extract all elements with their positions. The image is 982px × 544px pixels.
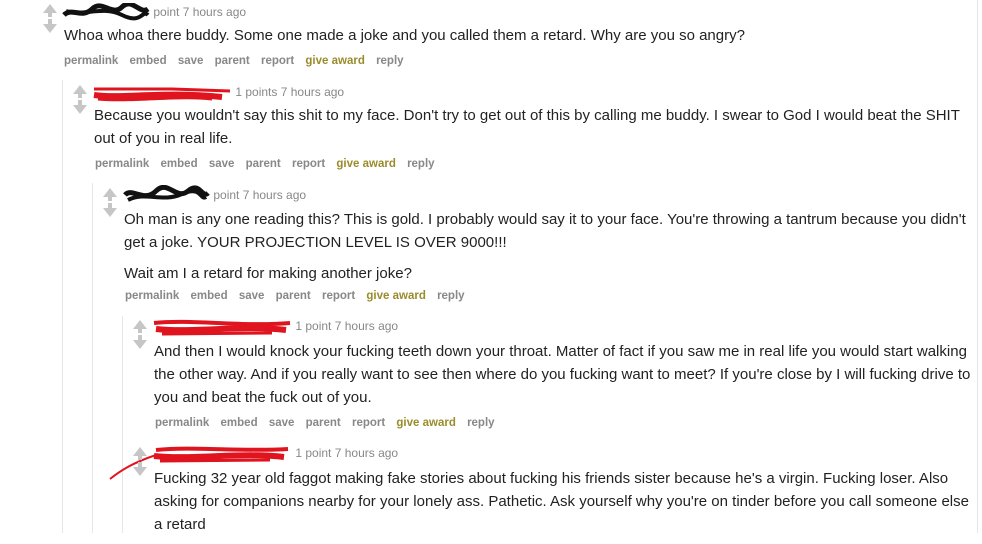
- parent-button[interactable]: parent: [246, 158, 281, 170]
- upvote-arrow-icon[interactable]: [73, 85, 87, 98]
- comment-tagline: 1 point 7 hours ago: [152, 444, 398, 464]
- comment-points: 1 points 7 hours ago: [235, 85, 345, 100]
- downvote-arrow-icon[interactable]: [103, 203, 117, 217]
- comment-points: point 7 hours ago: [213, 188, 307, 203]
- save-button[interactable]: save: [269, 417, 295, 429]
- comment-buttons: permalink embed save parent report give …: [95, 158, 443, 170]
- parent-button[interactable]: parent: [215, 55, 250, 67]
- redacted-username: [123, 185, 210, 202]
- embed-button[interactable]: embed: [130, 55, 167, 67]
- reply-button[interactable]: reply: [407, 158, 435, 170]
- comment-points: point 7 hours ago: [153, 5, 247, 20]
- comment-body: And then I would knock your fucking teet…: [154, 340, 976, 417]
- reply-button[interactable]: reply: [376, 55, 404, 67]
- downvote-arrow-icon[interactable]: [133, 462, 147, 476]
- parent-button[interactable]: parent: [306, 417, 341, 429]
- comment-paragraph: Fucking 32 year old faggot making fake s…: [154, 470, 969, 533]
- save-button[interactable]: save: [239, 290, 265, 302]
- reply-button[interactable]: reply: [437, 290, 465, 302]
- downvote-arrow-icon[interactable]: [73, 100, 87, 114]
- reply-button[interactable]: reply: [467, 417, 495, 429]
- permalink-button[interactable]: permalink: [64, 55, 118, 67]
- comment: 1 point 7 hours ago Fucking 32 year old …: [0, 443, 982, 533]
- comment-buttons: permalink embed save parent report give …: [64, 55, 412, 67]
- comment-paragraph: Whoa whoa there buddy. Some one made a j…: [64, 27, 745, 44]
- save-button[interactable]: save: [178, 55, 204, 67]
- redacted-username: [62, 3, 150, 21]
- comment-buttons: permalink embed save parent report give …: [125, 290, 473, 302]
- comment-tagline: point 7 hours ago: [122, 185, 306, 207]
- report-button[interactable]: report: [322, 290, 355, 302]
- comment-points: 1 point 7 hours ago: [295, 319, 399, 334]
- upvote-arrow-icon[interactable]: [43, 4, 57, 17]
- give-award-button[interactable]: give award: [396, 417, 455, 429]
- permalink-button[interactable]: permalink: [95, 158, 149, 170]
- report-button[interactable]: report: [292, 158, 325, 170]
- upvote-arrow-icon[interactable]: [133, 447, 147, 460]
- embed-button[interactable]: embed: [221, 417, 258, 429]
- redacted-username: [153, 446, 289, 463]
- embed-button[interactable]: embed: [191, 290, 228, 302]
- comment-tagline: 1 points 7 hours ago: [92, 83, 344, 103]
- comment-paragraph: And then I would knock your fucking teet…: [154, 343, 971, 406]
- comment-paragraph: Wait am I a retard for making another jo…: [124, 265, 412, 282]
- comment-body: Whoa whoa there buddy. Some one made a j…: [64, 24, 974, 55]
- parent-button[interactable]: parent: [276, 290, 311, 302]
- report-button[interactable]: report: [352, 417, 385, 429]
- comment-paragraph: Because you wouldn't say this shit to my…: [94, 107, 960, 147]
- upvote-arrow-icon[interactable]: [133, 320, 147, 333]
- comment-body: Oh man is any one reading this? This is …: [124, 208, 976, 293]
- report-button[interactable]: report: [261, 55, 294, 67]
- comment: 1 point 7 hours ago And then I would kno…: [0, 316, 982, 443]
- save-button[interactable]: save: [209, 158, 235, 170]
- upvote-arrow-icon[interactable]: [103, 188, 117, 201]
- comment-points: 1 point 7 hours ago: [295, 446, 399, 461]
- give-award-button[interactable]: give award: [336, 158, 395, 170]
- permalink-button[interactable]: permalink: [125, 290, 179, 302]
- give-award-button[interactable]: give award: [305, 55, 364, 67]
- comment: point 7 hours ago Whoa whoa there buddy.…: [0, 0, 982, 80]
- comment-body: Fucking 32 year old faggot making fake s…: [154, 467, 980, 544]
- comment-paragraph: Oh man is any one reading this? This is …: [124, 211, 966, 251]
- comment-body: Because you wouldn't say this shit to my…: [94, 104, 978, 158]
- comment-buttons: permalink embed save parent report give …: [155, 417, 503, 429]
- redacted-username: [153, 319, 291, 336]
- downvote-arrow-icon[interactable]: [133, 335, 147, 349]
- comment-tagline: 1 point 7 hours ago: [152, 317, 398, 337]
- comment-tagline: point 7 hours ago: [62, 3, 246, 23]
- downvote-arrow-icon[interactable]: [43, 19, 57, 33]
- comment: 1 points 7 hours ago Because you wouldn'…: [0, 80, 982, 183]
- redacted-username: [93, 87, 231, 102]
- permalink-button[interactable]: permalink: [155, 417, 209, 429]
- give-award-button[interactable]: give award: [366, 290, 425, 302]
- embed-button[interactable]: embed: [161, 158, 198, 170]
- comment: point 7 hours ago Oh man is any one read…: [0, 183, 982, 316]
